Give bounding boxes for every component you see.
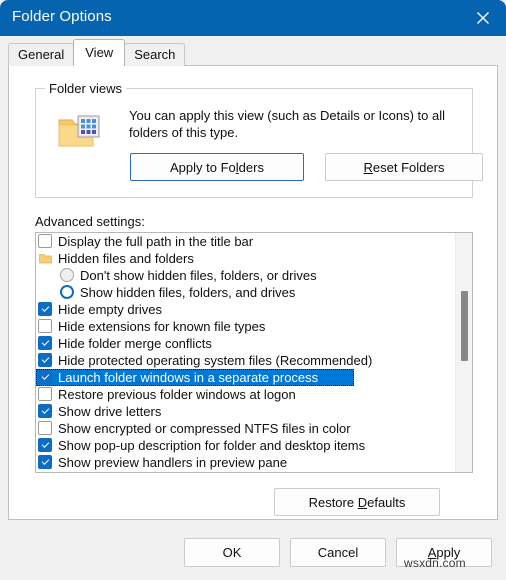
close-icon — [477, 12, 489, 24]
advanced-setting-row[interactable]: Hide extensions for known file types — [36, 318, 455, 335]
checkbox-checked-icon[interactable] — [38, 404, 52, 418]
advanced-setting-row[interactable]: Show encrypted or compressed NTFS files … — [36, 420, 455, 437]
reset-folders-button[interactable]: Reset Folders — [325, 153, 483, 181]
advanced-setting-row[interactable]: Hide folder merge conflicts — [36, 335, 455, 352]
folder-with-grid-icon — [58, 115, 100, 147]
advanced-setting-row[interactable]: Launch folder windows in a separate proc… — [36, 369, 354, 386]
view-tab-panel: Folder views You can apply this view (su… — [8, 65, 498, 520]
advanced-setting-label: Show drive letters — [58, 404, 162, 419]
advanced-setting-label: Hide extensions for known file types — [58, 319, 266, 334]
advanced-setting-row[interactable]: Show drive letters — [36, 403, 455, 420]
tab-general[interactable]: General — [8, 43, 75, 66]
cancel-button[interactable]: Cancel — [290, 538, 386, 567]
dialog-footer: OK Cancel Apply — [0, 532, 506, 580]
window-title: Folder Options — [12, 8, 112, 25]
advanced-setting-row[interactable]: Hidden files and folders — [36, 250, 455, 267]
advanced-setting-row[interactable]: Show hidden files, folders, and drives — [36, 284, 455, 301]
tab-view[interactable]: View — [73, 39, 126, 66]
advanced-setting-label: Show encrypted or compressed NTFS files … — [58, 421, 351, 436]
folder-views-description: You can apply this view (such as Details… — [129, 108, 446, 140]
advanced-settings-list[interactable]: Display the full path in the title bar Hi… — [35, 232, 473, 473]
scrollbar-thumb[interactable] — [461, 291, 468, 361]
advanced-setting-label: Hide protected operating system files (R… — [58, 353, 373, 368]
advanced-setting-label: Show pop-up description for folder and d… — [58, 438, 366, 453]
advanced-setting-label: Hidden files and folders — [58, 251, 194, 266]
tab-strip: General View Search — [0, 36, 506, 66]
checkbox-unchecked-icon[interactable] — [38, 319, 52, 333]
advanced-setting-label: Restore previous folder windows at logon — [58, 387, 296, 402]
advanced-setting-label: Display the full path in the title bar — [58, 234, 254, 249]
checkbox-checked-icon[interactable] — [38, 455, 52, 469]
restore-defaults-button[interactable]: Restore Defaults — [274, 488, 440, 516]
checkbox-checked-icon[interactable] — [38, 336, 52, 350]
advanced-setting-label: Hide folder merge conflicts — [58, 336, 212, 351]
checkbox-unchecked-icon[interactable] — [38, 234, 52, 248]
checkbox-checked-icon[interactable] — [38, 438, 52, 452]
apply-button[interactable]: Apply — [396, 538, 492, 567]
advanced-setting-label: Show preview handlers in preview pane — [58, 455, 288, 470]
folder-icon — [39, 254, 52, 264]
checkbox-checked-icon[interactable] — [38, 302, 52, 316]
list-scrollbar[interactable] — [455, 233, 472, 472]
advanced-setting-row[interactable]: Show preview handlers in preview pane — [36, 454, 455, 471]
checkbox-unchecked-icon[interactable] — [38, 421, 52, 435]
advanced-settings-rows: Display the full path in the title bar Hi… — [36, 233, 455, 472]
checkbox-unchecked-icon[interactable] — [38, 387, 52, 401]
radio-selected-icon[interactable] — [60, 285, 74, 299]
close-button[interactable] — [460, 0, 506, 36]
advanced-setting-row[interactable]: Display the full path in the title bar — [36, 233, 455, 250]
apply-to-folders-button[interactable]: Apply to Folders — [130, 153, 304, 181]
ok-button[interactable]: OK — [184, 538, 280, 567]
folder-views-group: Folder views You can apply this view (su… — [35, 81, 483, 198]
radio-unselected-icon[interactable] — [60, 268, 74, 282]
advanced-setting-label: Don't show hidden files, folders, or dri… — [80, 268, 317, 283]
advanced-setting-row[interactable]: Don't show hidden files, folders, or dri… — [36, 267, 455, 284]
folder-options-dialog: Folder Options General View Search Folde… — [0, 0, 506, 580]
advanced-setting-row[interactable]: Restore previous folder windows at logon — [36, 386, 455, 403]
checkbox-checked-icon[interactable] — [38, 353, 52, 367]
advanced-setting-row[interactable]: Hide empty drives — [36, 301, 455, 318]
advanced-setting-label: Show hidden files, folders, and drives — [80, 285, 296, 300]
advanced-setting-row[interactable]: Show pop-up description for folder and d… — [36, 437, 455, 454]
tab-search[interactable]: Search — [124, 43, 186, 66]
folder-views-group-title: Folder views — [45, 81, 126, 96]
advanced-setting-label: Launch folder windows in a separate proc… — [58, 370, 319, 385]
title-bar: Folder Options — [0, 0, 506, 36]
advanced-setting-row[interactable]: Hide protected operating system files (R… — [36, 352, 455, 369]
advanced-setting-label: Hide empty drives — [58, 302, 163, 317]
advanced-settings-label: Advanced settings: — [35, 214, 145, 229]
checkbox-checked-icon[interactable] — [38, 370, 52, 384]
